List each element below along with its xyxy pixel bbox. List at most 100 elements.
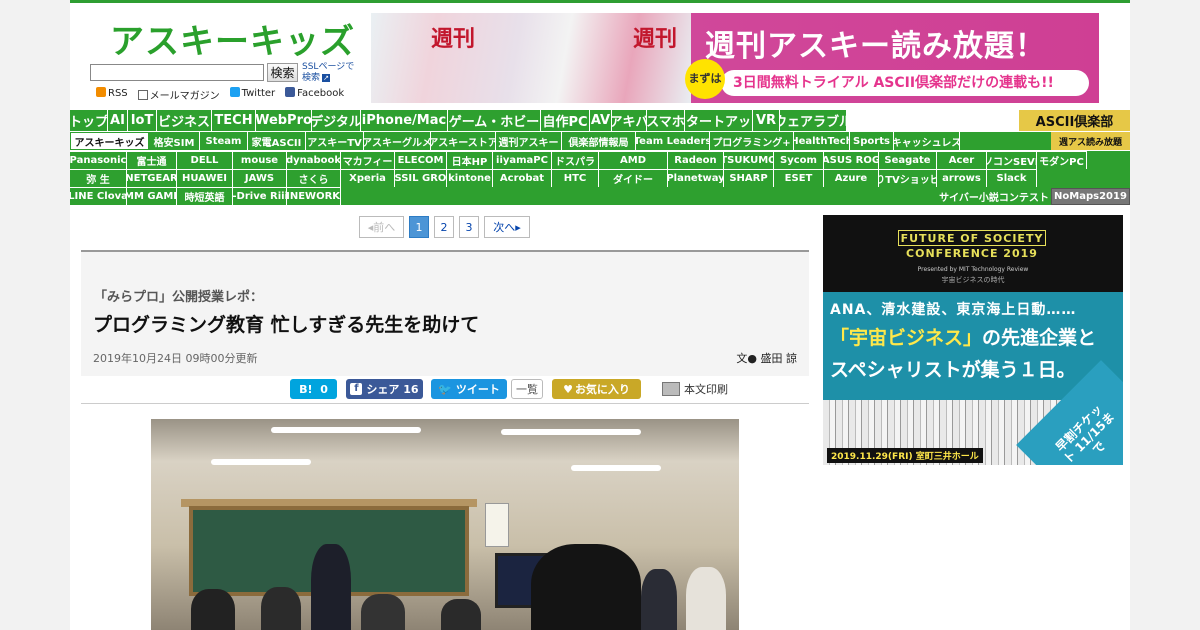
weekly-ascii-banner[interactable]: 週刊 週刊 週刊アスキー読み放題！ 3日間無料トライアル ASCII倶楽部だけの… [371,13,1099,103]
nav-item[interactable]: AI [108,110,128,131]
nav-item[interactable]: VR [753,110,780,131]
nav-item[interactable]: Sports [850,132,894,150]
nav-item[interactable]: dynabook [287,151,341,169]
nomaps-link[interactable]: NoMaps2019 [1051,188,1130,205]
nav-item[interactable]: 自作PC [541,110,590,131]
nav-item[interactable]: モダンPC [1037,151,1087,169]
nav-item[interactable]: 倶楽部情報局 [562,132,636,150]
search-button[interactable]: 検索 [267,63,298,82]
nav-item[interactable]: Slack [987,169,1037,187]
nav-item[interactable]: アスキーストア [431,132,496,150]
weekly-ascii-read-link[interactable]: 週アス読み放題 [1051,132,1130,150]
nav-item[interactable]: 富士通 [127,151,177,169]
nav-item[interactable]: トップ [70,110,108,131]
nav-item[interactable]: iPhone/Mac [361,110,448,131]
nav-item[interactable]: デジタル [312,110,361,131]
nav-item[interactable]: アスキーTV [306,132,364,150]
nav-item[interactable]: iiyamaPC [493,151,552,169]
nav-item[interactable]: IoT [128,110,157,131]
nav-item[interactable]: mouse [233,151,287,169]
prev-page-button[interactable]: ◂ 前へ [359,216,404,238]
nav-item[interactable]: ドスパラ [552,151,599,169]
nav-item[interactable]: キャッシュレス [894,132,960,150]
nav-item[interactable]: Eco-Drive Riiiver [233,187,287,205]
nav-item[interactable]: Radeon [668,151,724,169]
nav-item[interactable]: 家電ASCII [248,132,306,150]
student-figure [261,587,301,630]
ssl-search-link[interactable]: SSLページで検索 ↗ [302,62,358,84]
nav-item[interactable]: Panasonic [70,151,127,169]
article-date: 2019年10月24日 09時00分更新 [93,352,258,365]
nav-item[interactable]: プログラミング+ [710,132,794,150]
nav-item[interactable]: LINEWORKS [287,187,341,205]
nav-item[interactable]: AMD [599,151,668,169]
nav-item[interactable]: Planetway [668,169,724,187]
page-3-link[interactable]: 3 [459,216,479,238]
nav-item[interactable]: WebPro [256,110,312,131]
nav-item[interactable]: ASUS ROG [824,151,879,169]
nav-item[interactable]: 日本HP [447,151,493,169]
nav-item[interactable]: JAWS [233,169,287,187]
print-button[interactable]: 本文印刷 [655,379,735,399]
nav-item[interactable]: Seagate [879,151,937,169]
sidebar-ad[interactable]: FUTURE OF SOCIETY CONFERENCE 2019 Presen… [823,215,1123,465]
nav-item[interactable]: スマホ [647,110,685,131]
nav-item[interactable]: アキバ [612,110,647,131]
nav-item[interactable]: アスキーキッズ [70,132,149,150]
twitter-link[interactable]: Twitter [229,87,275,102]
site-logo[interactable]: アスキーキッズ [110,14,355,63]
nav-item[interactable]: HUAWEI [177,169,233,187]
tweet-list-button[interactable]: 一覧 [511,379,543,399]
nav-item[interactable]: TECH [212,110,256,131]
favorite-button[interactable]: ♥ お気に入り [552,379,641,399]
nav-item[interactable]: Acer [937,151,987,169]
nav-item[interactable]: ビジネス [157,110,212,131]
next-page-button[interactable]: 次へ ▸ [484,216,530,238]
facebook-link[interactable]: Facebook [285,87,344,102]
nav-item[interactable]: NETGEAR [127,169,177,187]
nav-item[interactable]: 弥 生 [70,169,127,187]
nav-item[interactable]: アスキーグルメ [364,132,431,150]
nav-item[interactable]: arrows [937,169,987,187]
nav-item[interactable]: ゲーム・ホビー [448,110,541,131]
fb-share-count: 16 [403,382,419,396]
nav-item[interactable]: Azure [824,169,879,187]
nav-item[interactable]: SHARP [724,169,774,187]
nav-item[interactable]: DMM GAMES [127,187,177,205]
nav-item[interactable]: Steam [200,132,248,150]
facebook-share-button[interactable]: f シェア 16 [346,379,423,399]
mail-magazine-link[interactable]: メールマガジン [137,87,220,102]
nav-item[interactable]: ひかりTVショッピング [879,169,937,187]
hatena-bookmark-button[interactable]: B! 0 [290,379,337,399]
nav-item[interactable]: ダイドー [599,169,668,187]
nav-item[interactable]: スタートアップ [685,110,753,131]
nav-item[interactable]: パソコンSEVEN [987,151,1037,169]
nav-item[interactable]: LINE Clova [70,187,127,205]
nav-item[interactable]: マカフィー [341,151,395,169]
nav-item[interactable]: kintone [447,169,493,187]
nav-item[interactable]: AV [590,110,612,131]
nav-item[interactable]: 格安SIM [149,132,200,150]
nav-item[interactable]: 週刊アスキー [496,132,562,150]
nav-item[interactable]: Sycom [774,151,824,169]
tweet-button[interactable]: 🐦 ツイート [431,379,507,399]
nav-item[interactable]: FOSSIL GROUP [395,169,447,187]
page-1-link[interactable]: 1 [409,216,429,238]
nav-item[interactable]: HealthTech [794,132,850,150]
nav-item[interactable]: Acrobat [493,169,552,187]
nav-item[interactable]: 時短英語 [177,187,233,205]
page-2-link[interactable]: 2 [434,216,454,238]
nav-item[interactable]: ウェアラブル [780,110,847,131]
cyber-novel-contest-link[interactable]: サイバー小説コンテスト [938,188,1050,205]
nav-item[interactable]: TSUKUMO [724,151,774,169]
search-input[interactable] [90,64,264,81]
nav-item[interactable]: さくら [287,169,341,187]
nav-item[interactable]: Xperia [341,169,395,187]
rss-link[interactable]: RSS [96,87,128,102]
ascii-club-link[interactable]: ASCII倶楽部 [1019,110,1130,131]
nav-item[interactable]: Team Leaders [636,132,710,150]
nav-item[interactable]: ELECOM [395,151,447,169]
nav-item[interactable]: HTC [552,169,599,187]
nav-item[interactable]: DELL [177,151,233,169]
nav-item[interactable]: ESET [774,169,824,187]
